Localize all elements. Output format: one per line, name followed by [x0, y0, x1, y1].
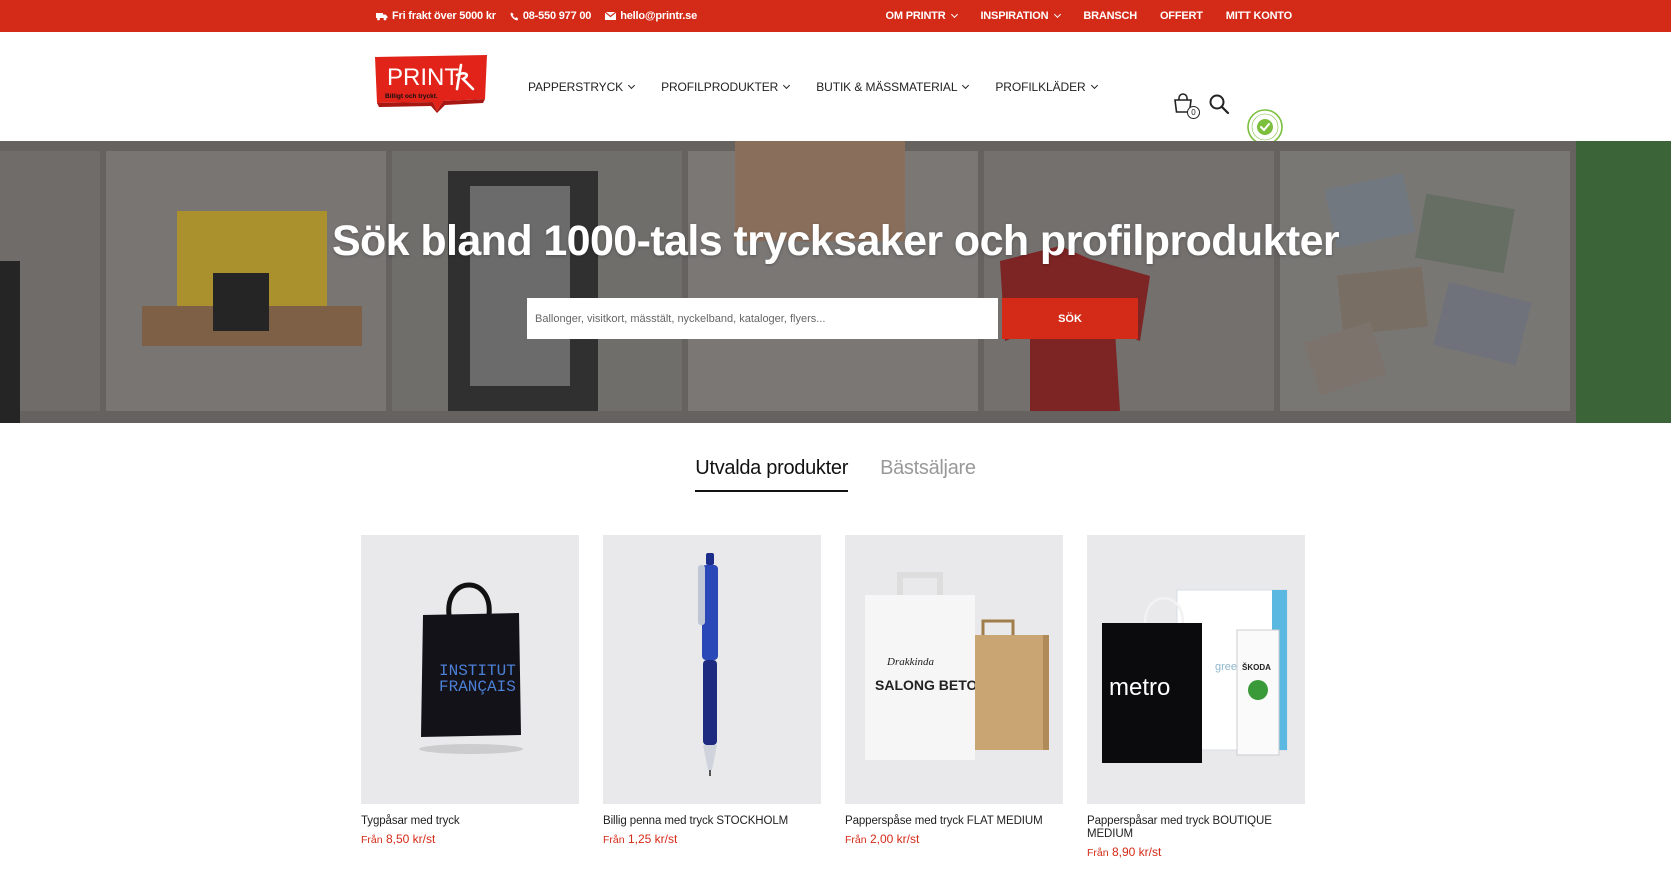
topnav-inspiration[interactable]: INSPIRATION [980, 10, 1062, 22]
shipping-info: Fri frakt över 5000 kr [376, 10, 496, 22]
product-card[interactable]: Drakkinda SALONG BETONG Papperspåse med … [845, 535, 1063, 859]
price-value: 1,25 kr/st [627, 832, 678, 846]
product-image[interactable]: greenbe ŠKODA metro [1087, 535, 1305, 804]
main-nav: PAPPERSTRYCK PROFILPRODUKTER BUTIK & MÄS… [528, 32, 1098, 141]
phone-text: 08-550 977 00 [522, 10, 592, 22]
price-from: Från [603, 834, 625, 846]
product-price: Från 2,00 kr/st [845, 832, 1063, 846]
search-icon[interactable] [1208, 93, 1230, 115]
topnav-mitt-konto[interactable]: MITT KONTO [1226, 10, 1292, 22]
product-image[interactable]: INSTITUT FRANÇAIS [361, 535, 579, 804]
chevron-down-icon [628, 81, 636, 89]
pen-image [698, 553, 718, 776]
nav-profilprodukter[interactable]: PROFILPRODUKTER [661, 79, 791, 94]
svg-text:Drakkinda: Drakkinda [886, 656, 935, 668]
site-header: PRINT Billigt och tryckt. PAPPERSTRYCK P… [0, 32, 1671, 145]
phone-info[interactable]: 08-550 977 00 [510, 10, 591, 22]
truck-icon [376, 12, 388, 20]
tote-bag-image: INSTITUT FRANÇAIS [419, 582, 523, 754]
nav-label: BUTIK & MÄSSMATERIAL [816, 79, 958, 94]
paper-bags-image: Drakkinda SALONG BETONG [865, 572, 1049, 760]
topnav-label: BRANSCH [1083, 10, 1137, 22]
product-card[interactable]: Billig penna med tryck STOCKHOLM Från 1,… [603, 535, 821, 859]
nav-label: PROFILPRODUKTER [661, 79, 779, 94]
header-actions: 0 [1172, 92, 1230, 119]
nav-papperstryck[interactable]: PAPPERSTRYCK [528, 79, 636, 94]
product-name[interactable]: Papperspåsar med tryck BOUTIQUE MEDIUM [1087, 815, 1305, 841]
chevron-down-icon [1090, 81, 1098, 89]
price-from: Från [845, 834, 867, 846]
phone-icon [510, 11, 519, 20]
product-price: Från 8,50 kr/st [361, 832, 579, 846]
product-image[interactable] [603, 535, 821, 804]
nav-label: PROFILKLÄDER [995, 79, 1086, 94]
search-input[interactable] [527, 298, 998, 339]
product-tabs: Utvalda produkter Bästsäljare [0, 457, 1671, 492]
cart-button[interactable]: 0 [1172, 92, 1200, 119]
nav-butik-massmaterial[interactable]: BUTIK & MÄSSMATERIAL [816, 79, 970, 94]
product-card[interactable]: greenbe ŠKODA metro Papperspåsar med try… [1087, 535, 1305, 859]
product-price: Från 1,25 kr/st [603, 832, 821, 846]
svg-text:FRANÇAIS: FRANÇAIS [439, 678, 516, 696]
chevron-down-icon [783, 81, 791, 89]
topnav-label: MITT KONTO [1225, 10, 1292, 22]
topnav-label: OFFERT [1159, 10, 1203, 22]
product-name[interactable]: Billig penna med tryck STOCKHOLM [603, 815, 821, 828]
product-name[interactable]: Tygpåsar med tryck [361, 815, 579, 828]
topnav-om-printr[interactable]: OM PRINTR [885, 10, 959, 22]
product-card[interactable]: INSTITUT FRANÇAIS Tygpåsar med tryck Frå… [361, 535, 579, 859]
hero-search: SÖK [527, 298, 1138, 339]
hero-banner: Sök bland 1000-tals trycksaker och profi… [0, 141, 1671, 423]
product-image[interactable]: Drakkinda SALONG BETONG [845, 535, 1063, 804]
price-from: Från [361, 834, 383, 846]
topnav-bransch[interactable]: BRANSCH [1083, 10, 1137, 22]
hero-title: Sök bland 1000-tals trycksaker och profi… [331, 217, 1340, 265]
envelope-icon [605, 12, 617, 20]
chevron-down-icon [951, 10, 959, 19]
top-bar: Fri frakt över 5000 kr 08-550 977 00 hel… [0, 0, 1671, 32]
shipping-text: Fri frakt över 5000 kr [392, 10, 496, 22]
tab-bastsaljare[interactable]: Bästsäljare [880, 457, 976, 492]
product-grid: INSTITUT FRANÇAIS Tygpåsar med tryck Frå… [361, 535, 1305, 859]
svg-text:metro: metro [1109, 674, 1170, 701]
svg-text:ŠKODA: ŠKODA [1242, 663, 1271, 672]
chevron-down-icon [962, 81, 970, 89]
price-value: 8,50 kr/st [385, 832, 436, 846]
email-text: hello@printr.se [620, 10, 697, 22]
logo-wordmark: PRINT [387, 64, 459, 91]
hero-background-image [0, 141, 1671, 423]
email-info[interactable]: hello@printr.se [605, 10, 697, 22]
chevron-down-icon [1054, 10, 1062, 19]
price-value: 8,90 kr/st [1111, 845, 1162, 859]
logo-tagline: Billigt och tryckt. [385, 93, 438, 100]
price-from: Från [1087, 847, 1109, 859]
topnav-offert[interactable]: OFFERT [1160, 10, 1203, 22]
product-price: Från 8,90 kr/st [1087, 845, 1305, 859]
nav-label: PAPPERSTRYCK [528, 79, 624, 94]
tab-utvalda-produkter[interactable]: Utvalda produkter [695, 457, 848, 492]
certified-ehandel-badge[interactable] [1247, 109, 1283, 145]
topnav-label: OM PRINTR [885, 10, 946, 22]
cart-count: 0 [1187, 106, 1200, 119]
printr-logo[interactable]: PRINT Billigt och tryckt. [373, 55, 489, 113]
product-name[interactable]: Papperspåse med tryck FLAT MEDIUM [845, 815, 1063, 828]
search-button[interactable]: SÖK [1002, 298, 1138, 339]
topnav-label: INSPIRATION [980, 10, 1049, 22]
boutique-bags-image: greenbe ŠKODA metro [1102, 589, 1288, 763]
nav-profilklader[interactable]: PROFILKLÄDER [995, 79, 1098, 94]
price-value: 2,00 kr/st [869, 832, 920, 846]
